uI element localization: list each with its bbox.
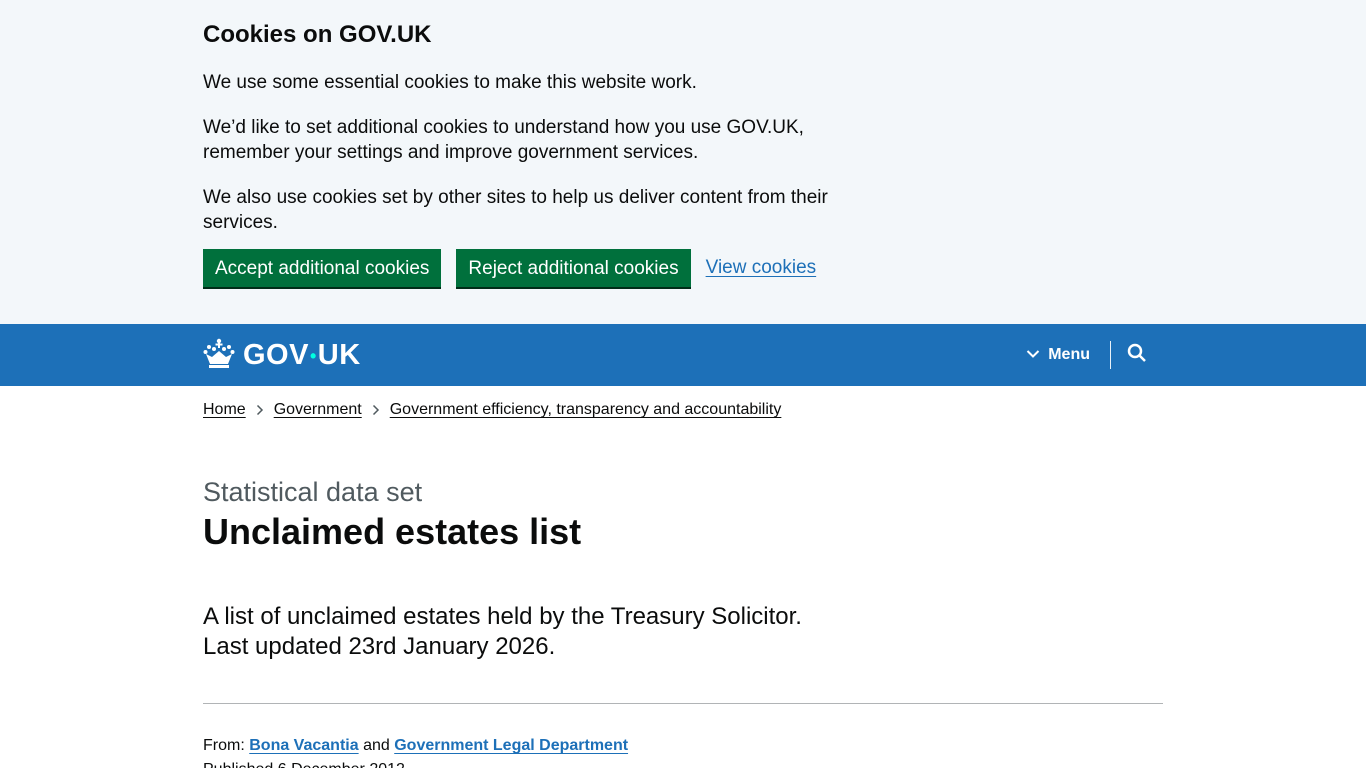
metadata-from: From: Bona Vacantia and Government Legal… <box>203 736 1163 756</box>
lead-line: Last updated 23rd January 2026. <box>203 633 556 660</box>
from-label: From: <box>203 737 245 754</box>
page-title: Unclaimed estates list <box>203 511 582 552</box>
breadcrumb: Home Government Government efficiency, t… <box>203 386 1163 419</box>
published-date: Published 6 December 2012 <box>203 760 1163 768</box>
cookie-paragraph: We also use cookies set by other sites t… <box>203 187 828 233</box>
header-actions: Menu <box>1026 324 1163 386</box>
menu-button[interactable]: Menu <box>1026 346 1110 364</box>
cookie-banner: Cookies on GOV.UK We use some essential … <box>0 0 1366 324</box>
accept-cookies-button[interactable]: Accept additional cookies <box>203 249 442 287</box>
site-header: GOV•UK Menu <box>0 324 1366 386</box>
cookie-paragraph: We use some essential cookies to make th… <box>203 72 697 93</box>
chevron-right-icon <box>256 404 264 416</box>
chevron-right-icon <box>372 404 380 416</box>
search-icon <box>1127 343 1147 368</box>
section-divider <box>203 703 1163 704</box>
crown-icon <box>203 338 235 373</box>
breadcrumb-home[interactable]: Home <box>203 401 246 419</box>
cookie-banner-title: Cookies on GOV.UK <box>203 21 432 48</box>
cookie-banner-text: We use some essential cookies to make th… <box>203 70 1163 235</box>
menu-label: Menu <box>1048 346 1090 363</box>
breadcrumb-government[interactable]: Government <box>274 401 362 419</box>
org-link-gld[interactable]: Government Legal Department <box>394 737 628 754</box>
logo-uk: UK <box>317 338 361 371</box>
logo-text: GOV•UK <box>243 339 361 372</box>
lead-line: A list of unclaimed estates held by the … <box>203 603 802 630</box>
view-cookies-link[interactable]: View cookies <box>706 257 817 279</box>
logo-dot: • <box>309 345 317 366</box>
breadcrumb-efficiency[interactable]: Government efficiency, transparency and … <box>390 401 782 419</box>
govuk-logo-link[interactable]: GOV•UK <box>203 338 361 373</box>
page-lead: A list of unclaimed estates held by the … <box>203 602 843 662</box>
and-label: and <box>363 737 390 754</box>
search-button[interactable] <box>1111 324 1163 386</box>
chevron-down-icon <box>1026 346 1048 364</box>
main-content: Home Government Government efficiency, t… <box>203 386 1163 768</box>
org-link-bona-vacantia[interactable]: Bona Vacantia <box>249 737 358 754</box>
logo-gov: GOV <box>243 338 309 371</box>
page-caption: Statistical data set <box>203 477 423 507</box>
cookie-actions: Accept additional cookies Reject additio… <box>203 249 1163 287</box>
reject-cookies-button[interactable]: Reject additional cookies <box>456 249 691 287</box>
header-divider <box>1110 341 1111 369</box>
cookie-paragraph: We’d like to set additional cookies to u… <box>203 117 804 163</box>
